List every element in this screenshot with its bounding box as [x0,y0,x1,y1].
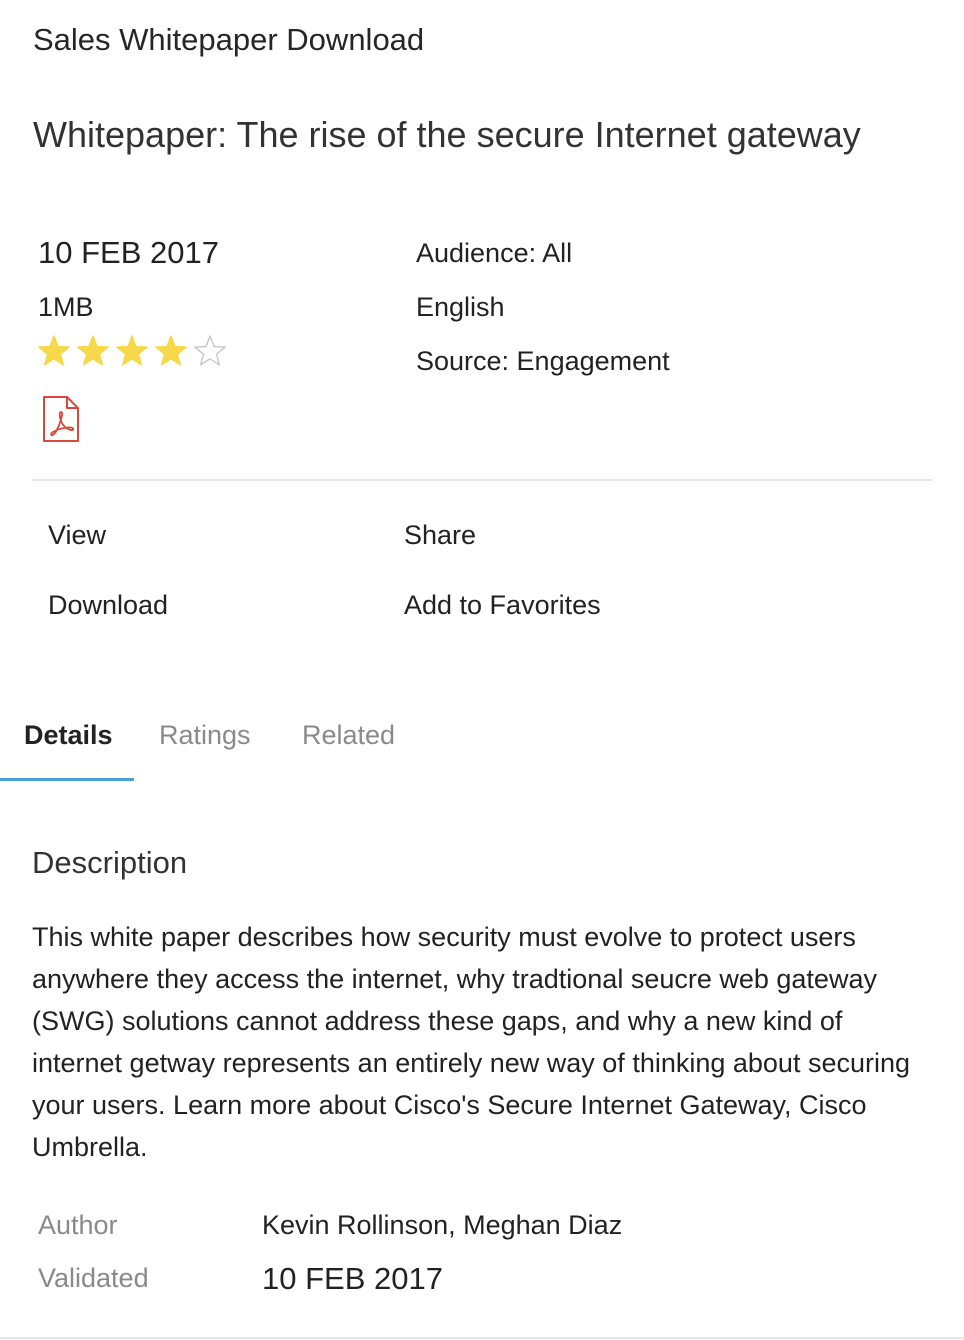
star-filled-icon [37,334,76,374]
divider [32,479,932,481]
divider [0,1337,964,1339]
description-heading: Description [32,845,188,880]
validated-label: Validated [38,1263,149,1293]
star-filled-icon [115,334,154,374]
validated-value: 10 FEB 2017 [262,1261,443,1296]
language-label: English [416,292,505,322]
download-button[interactable]: Download [48,590,168,621]
tab-details[interactable]: Details [24,720,113,751]
star-empty-icon [193,334,232,374]
pdf-file-icon[interactable] [41,395,81,443]
file-size: 1MB [38,292,94,322]
tab-ratings[interactable]: Ratings [159,720,251,751]
add-to-favorites-button[interactable]: Add to Favorites [404,590,601,621]
author-label: Author [38,1210,118,1240]
share-button[interactable]: Share [404,520,476,551]
view-button[interactable]: View [48,520,106,551]
document-title: Whitepaper: The rise of the secure Inter… [33,114,861,155]
page-heading: Sales Whitepaper Download [33,22,425,57]
author-value: Kevin Rollinson, Meghan Diaz [262,1210,623,1240]
star-rating [37,334,232,374]
audience-label: Audience: All [416,238,573,268]
tab-related[interactable]: Related [302,720,395,751]
publish-date: 10 FEB 2017 [38,235,219,270]
description-text: This white paper describes how security … [32,922,911,1162]
star-filled-icon [154,334,193,374]
source-label: Source: Engagement [416,346,670,376]
star-filled-icon [76,334,115,374]
active-tab-indicator [0,778,134,781]
